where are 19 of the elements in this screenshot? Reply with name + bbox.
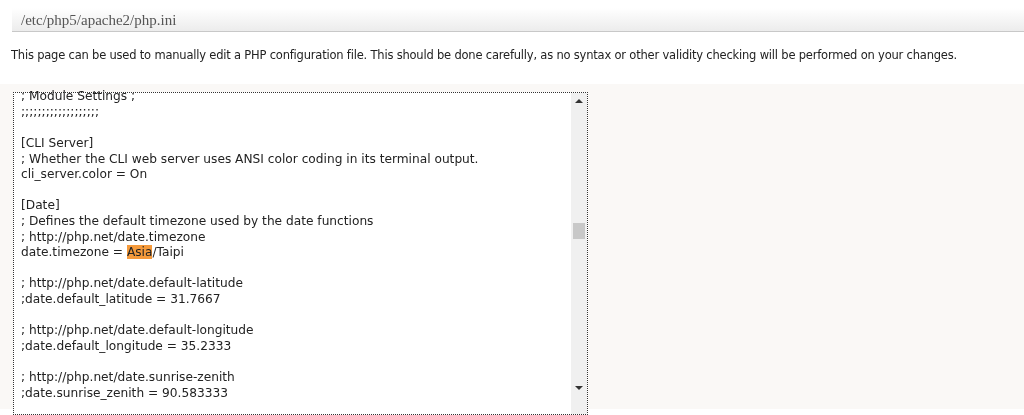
code-line: ;;;;;;;;;;;;;;;;;;; — [21, 104, 100, 119]
scrollbar-thumb[interactable] — [573, 223, 585, 240]
code-line: ; Defines the default timezone used by the date functions — [21, 214, 374, 228]
code-line: [Date] — [21, 198, 60, 213]
code-line: ;date.default_longitude = 35.2333 — [21, 338, 232, 353]
code-line: ; http://php.net/date.default-latitude — [21, 276, 243, 291]
code-line: ; http://php.net/date.default-longitude — [21, 323, 254, 338]
code-line: ;date.sunrise_zenith = 90.583333 — [21, 385, 228, 400]
code-line: ; http://php.net/date.sunrise-zenith — [21, 369, 235, 384]
code-line: ;date.default_latitude = 31.7667 — [21, 291, 221, 306]
text-editor[interactable] — [13, 92, 588, 415]
code-line: ; http://php.net/date.timezone — [21, 229, 206, 244]
file-path-title: /etc/php5/apache2/php.ini — [21, 12, 177, 28]
code-line: ; Whether the CLI web server uses ANSI color coding in its terminal output. — [21, 151, 479, 166]
code-line: [CLI Server] — [21, 136, 94, 151]
code-line: ; Module Settings ; — [21, 89, 136, 104]
code-line: cli_server.color = On — [21, 167, 148, 182]
description-text: This page can be used to manually edit a PHP configuration file. This should be done carefully, as no syntax or other validity checking will be performed on your changes. — [11, 47, 958, 64]
scrollbar[interactable] — [571, 93, 587, 415]
